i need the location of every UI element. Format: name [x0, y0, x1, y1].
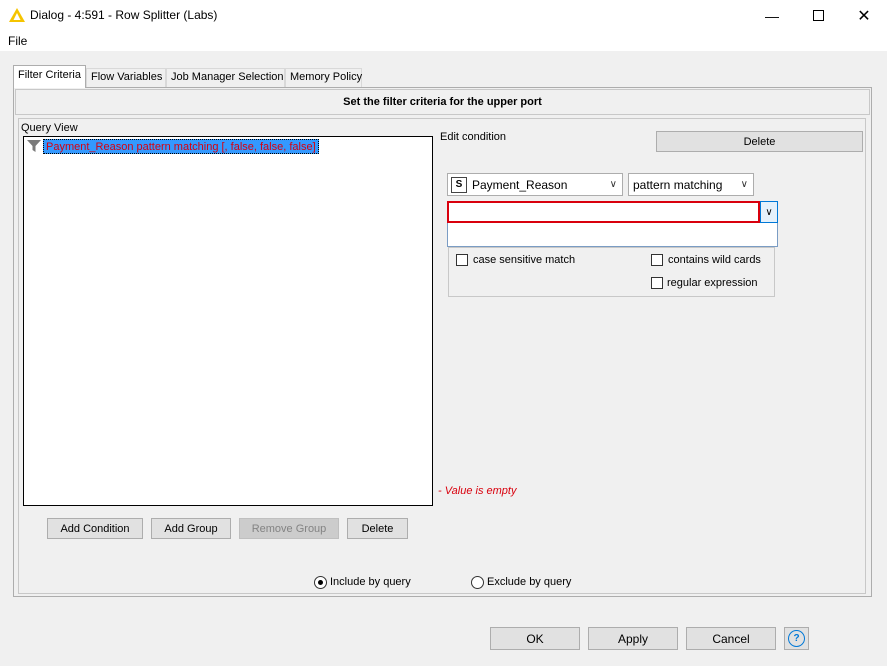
- apply-button[interactable]: Apply: [588, 627, 678, 650]
- chevron-down-icon: ∨: [740, 179, 748, 190]
- filter-funnel-icon: [27, 139, 41, 153]
- close-button[interactable]: ✕: [841, 0, 887, 31]
- query-tree[interactable]: [23, 136, 433, 506]
- close-icon: ✕: [857, 7, 871, 25]
- edit-condition-label: Edit condition: [440, 131, 507, 143]
- cancel-button[interactable]: Cancel: [686, 627, 776, 650]
- exclude-label: Exclude by query: [487, 576, 572, 588]
- panel-header: Set the filter criteria for the upper po…: [15, 89, 870, 115]
- include-radio[interactable]: [314, 576, 327, 589]
- remove-group-button[interactable]: Remove Group: [239, 518, 339, 539]
- chevron-down-icon: ∨: [609, 179, 617, 190]
- minimize-icon: —: [765, 7, 779, 24]
- chevron-down-icon: ∨: [765, 206, 773, 218]
- string-type-icon: S: [451, 176, 467, 193]
- knime-logo-icon: [9, 8, 25, 22]
- regex-label: regular expression: [667, 277, 758, 289]
- maximize-button[interactable]: [795, 0, 841, 31]
- window-title: Dialog - 4:591 - Row Splitter (Labs): [30, 8, 218, 22]
- delete-condition-button[interactable]: Delete: [656, 131, 863, 152]
- pattern-input[interactable]: [447, 201, 760, 223]
- operator-select-value: pattern matching: [633, 177, 723, 192]
- validation-error: - Value is empty: [438, 485, 517, 497]
- help-icon: ?: [788, 630, 805, 647]
- menu-bar: [0, 31, 887, 51]
- case-sensitive-label: case sensitive match: [473, 254, 576, 266]
- wildcards-label: contains wild cards: [668, 254, 761, 266]
- tab-flow-variables[interactable]: Flow Variables: [86, 68, 166, 87]
- tab-filter-criteria[interactable]: Filter Criteria: [13, 65, 86, 88]
- maximize-icon: [812, 10, 824, 21]
- wildcards-checkbox[interactable]: [651, 254, 663, 266]
- query-tree-node[interactable]: Payment_Reason pattern matching [, false…: [43, 139, 319, 154]
- column-select[interactable]: S Payment_Reason ∨: [447, 173, 623, 196]
- menu-file[interactable]: File: [8, 34, 27, 48]
- case-sensitive-checkbox[interactable]: [456, 254, 468, 266]
- regex-checkbox[interactable]: [651, 277, 663, 289]
- help-button[interactable]: ?: [784, 627, 809, 650]
- pattern-dropdown-button[interactable]: ∨: [760, 201, 778, 223]
- query-view-label: Query View: [21, 122, 78, 134]
- add-condition-button[interactable]: Add Condition: [47, 518, 143, 539]
- add-group-button[interactable]: Add Group: [151, 518, 231, 539]
- tab-memory-policy[interactable]: Memory Policy: [285, 68, 362, 87]
- tab-job-manager-selection[interactable]: Job Manager Selection: [166, 68, 285, 87]
- minimize-button[interactable]: —: [749, 0, 795, 31]
- include-label: Include by query: [330, 576, 411, 588]
- delete-button[interactable]: Delete: [347, 518, 408, 539]
- operator-select[interactable]: pattern matching ∨: [628, 173, 754, 196]
- ok-button[interactable]: OK: [490, 627, 580, 650]
- column-select-value: Payment_Reason: [472, 177, 568, 192]
- exclude-radio[interactable]: [471, 576, 484, 589]
